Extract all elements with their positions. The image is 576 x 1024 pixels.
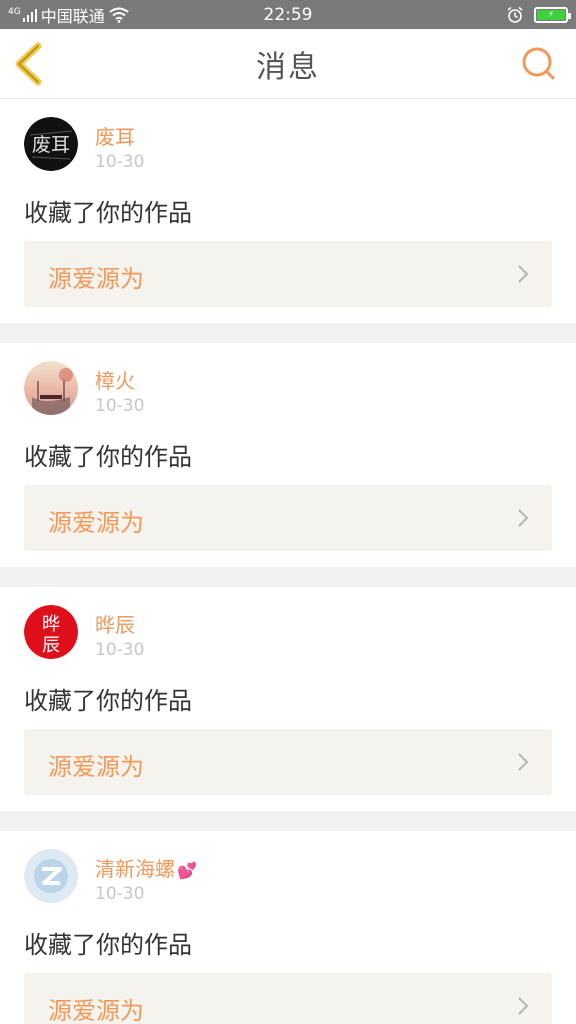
user-name[interactable]: 晔辰 — [95, 609, 135, 638]
network-tag: 4G — [8, 6, 21, 17]
work-link[interactable]: 源爱源为 — [24, 485, 552, 551]
work-link[interactable]: 源爱源为 — [24, 973, 552, 1024]
avatar[interactable] — [24, 361, 78, 415]
avatar-image: 废耳 — [24, 117, 78, 171]
status-left: 4G 中国联通 — [8, 3, 129, 27]
chevron-right-icon — [518, 509, 529, 527]
avatar[interactable]: 晔 辰 — [24, 605, 78, 659]
wifi-icon — [109, 7, 129, 23]
avatar-text: 废耳 — [32, 134, 70, 156]
work-title: 源爱源为 — [48, 753, 144, 781]
message-card: 晔 辰 晔辰 10-30 收藏了你的作品 源爱源为 — [0, 587, 576, 811]
message-text: 收藏了你的作品 — [24, 931, 192, 959]
avatar-text-top: 晔 — [42, 614, 60, 635]
message-card: 清新海螺 💕 10-30 收藏了你的作品 源爱源为 — [0, 831, 576, 1024]
page-title: 消息 — [256, 49, 320, 85]
avatar-image — [24, 849, 78, 903]
avatar-image: 晔 辰 — [24, 605, 78, 659]
message-time: 10-30 — [95, 884, 145, 904]
divider — [0, 567, 576, 587]
signal-icon: 4G — [8, 6, 37, 22]
battery-icon: ⚡ — [534, 6, 571, 23]
divider — [0, 323, 576, 343]
message-time: 10-30 — [95, 152, 145, 172]
search-icon — [522, 47, 555, 80]
heart-icon: 💕 — [177, 861, 197, 880]
avatar-text-bottom: 辰 — [42, 635, 60, 656]
message-card: 废耳 废耳 10-30 收藏了你的作品 源爱源为 — [0, 99, 576, 323]
user-name[interactable]: 废耳 — [95, 121, 135, 150]
chevron-right-icon — [518, 753, 529, 771]
message-text: 收藏了你的作品 — [24, 199, 192, 227]
status-bar: 4G 中国联通 22:59 ⚡ — [0, 0, 576, 29]
work-title: 源爱源为 — [48, 509, 144, 537]
message-card: 樟火 10-30 收藏了你的作品 源爱源为 — [0, 343, 576, 567]
user-name[interactable]: 樟火 — [95, 365, 135, 394]
user-name[interactable]: 清新海螺 💕 — [95, 853, 197, 882]
work-title: 源爱源为 — [48, 997, 144, 1024]
chevron-left-icon — [15, 42, 42, 86]
message-text: 收藏了你的作品 — [24, 443, 192, 471]
header-bar: 消息 — [0, 29, 576, 99]
work-link[interactable]: 源爱源为 — [24, 241, 552, 307]
back-button[interactable] — [10, 42, 50, 86]
message-time: 10-30 — [95, 396, 145, 416]
carrier-label: 中国联通 — [40, 6, 105, 26]
avatar[interactable] — [24, 849, 78, 903]
status-right: ⚡ — [506, 6, 571, 24]
search-button[interactable] — [520, 45, 558, 83]
alarm-icon — [507, 6, 523, 23]
chevron-right-icon — [518, 997, 529, 1015]
work-link[interactable]: 源爱源为 — [24, 729, 552, 795]
divider — [0, 811, 576, 831]
chevron-right-icon — [518, 265, 529, 283]
avatar[interactable]: 废耳 — [24, 117, 78, 171]
user-name-text: 清新海螺 — [95, 857, 175, 881]
message-list: 废耳 废耳 10-30 收藏了你的作品 源爱源为 樟火 10-30 收藏了你的作… — [0, 99, 576, 1024]
message-time: 10-30 — [95, 640, 145, 660]
work-title: 源爱源为 — [48, 265, 144, 293]
message-text: 收藏了你的作品 — [24, 687, 192, 715]
avatar-image — [24, 361, 78, 415]
